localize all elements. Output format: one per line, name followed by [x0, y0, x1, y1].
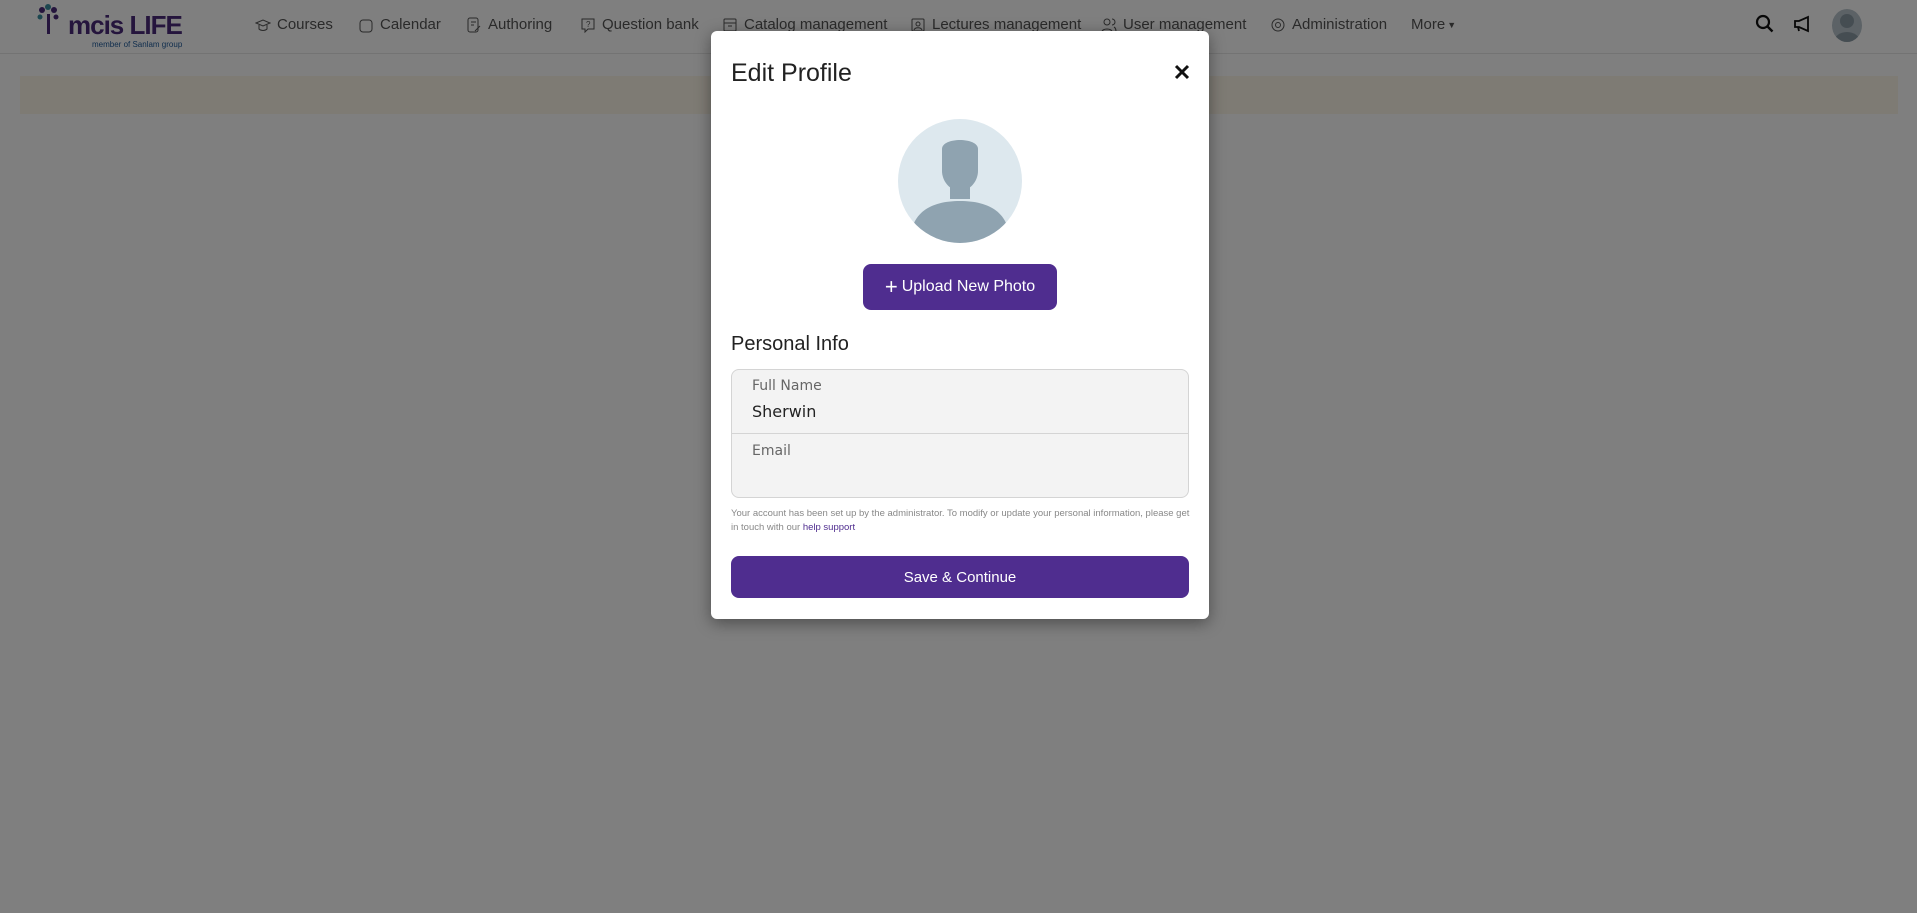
note-text: Your account has been set up by the admi… — [731, 508, 1190, 533]
full-name-label: Full Name — [752, 378, 822, 394]
personal-info-fields: Full Name Sherwin Email — [731, 369, 1189, 498]
help-support-link[interactable]: help support — [803, 522, 855, 533]
full-name-field[interactable]: Full Name Sherwin — [732, 370, 1188, 434]
user-silhouette-icon — [910, 140, 1010, 243]
personal-info-heading: Personal Info — [731, 333, 849, 355]
edit-profile-modal: Edit Profile + Upload New Photo Personal … — [711, 31, 1209, 619]
modal-title: Edit Profile — [731, 59, 852, 87]
plus-icon: + — [884, 274, 898, 299]
email-label: Email — [752, 443, 791, 459]
email-field[interactable]: Email — [732, 435, 1188, 497]
profile-photo — [898, 119, 1022, 243]
close-icon[interactable] — [1171, 61, 1193, 83]
full-name-value[interactable]: Sherwin — [752, 402, 816, 421]
upload-photo-button[interactable]: + Upload New Photo — [863, 264, 1057, 310]
save-continue-button[interactable]: Save & Continue — [731, 556, 1189, 598]
upload-label: Upload New Photo — [901, 278, 1036, 295]
admin-note: Your account has been set up by the admi… — [731, 507, 1191, 535]
